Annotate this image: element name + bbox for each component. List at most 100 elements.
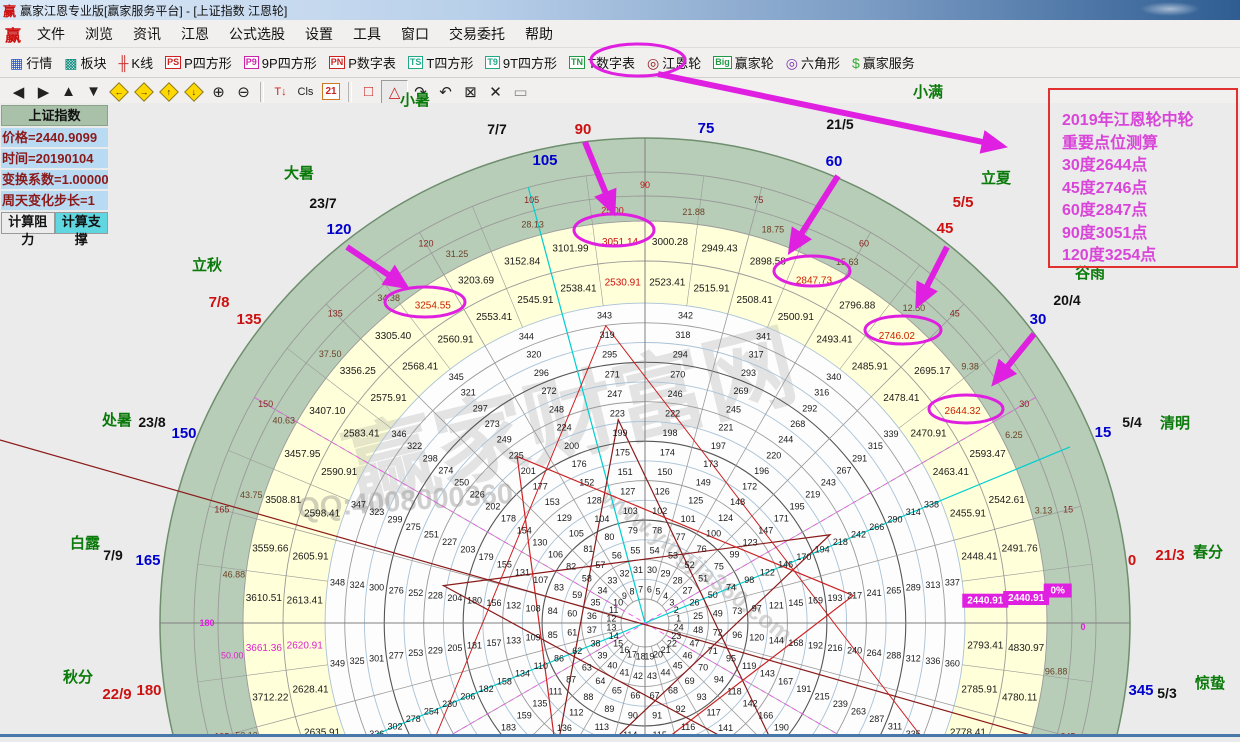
svg-text:263: 263 (851, 706, 866, 716)
toolbar-9p-square-button[interactable]: P99P四方形 (238, 51, 323, 74)
svg-text:228: 228 (428, 590, 443, 600)
svg-text:129: 129 (557, 513, 572, 523)
toolbar-quotes-button[interactable]: ▦行情 (4, 51, 58, 74)
svg-text:149: 149 (696, 477, 711, 487)
svg-text:243: 243 (821, 477, 836, 487)
tool-rotate-ccw-button[interactable]: ↶ (433, 81, 458, 103)
svg-text:2463.41: 2463.41 (933, 467, 970, 478)
svg-text:343: 343 (597, 311, 612, 321)
svg-text:37: 37 (587, 625, 597, 635)
toolbar-winner-service-button[interactable]: $赢家服务 (846, 51, 921, 74)
svg-text:180: 180 (199, 618, 214, 628)
menu-item-0[interactable]: 文件 (27, 21, 75, 47)
svg-text:57: 57 (595, 560, 605, 570)
svg-text:205: 205 (447, 643, 462, 653)
menu-item-8[interactable]: 交易委托 (439, 21, 515, 47)
svg-text:267: 267 (837, 465, 852, 475)
svg-text:3000.28: 3000.28 (652, 237, 689, 248)
toolbar-t-number-table-button[interactable]: TNT数字表 (563, 51, 641, 74)
svg-text:172: 172 (742, 482, 757, 492)
kline-label: K线 (131, 53, 153, 72)
svg-text:247: 247 (607, 389, 622, 399)
svg-text:229: 229 (428, 646, 443, 656)
svg-text:2: 2 (674, 605, 679, 615)
tool-center-point-button[interactable]: ✕ (483, 81, 508, 103)
svg-text:3305.40: 3305.40 (375, 331, 412, 342)
tool-select-box-button[interactable]: ⊠ (458, 81, 483, 103)
tool-rotate-cw-button[interactable]: ↷ (408, 81, 433, 103)
svg-text:128: 128 (587, 496, 602, 506)
calc-support-button[interactable]: 计算支撑 (55, 212, 109, 234)
toolbar-9t-square-button[interactable]: T99T四方形 (479, 51, 563, 74)
svg-text:293: 293 (741, 368, 756, 378)
tool-shift-down-button[interactable]: ↓ (181, 81, 206, 103)
svg-text:324: 324 (350, 580, 365, 590)
menu-item-1[interactable]: 浏览 (75, 21, 123, 47)
svg-text:40: 40 (607, 661, 617, 671)
app-logo-icon: 赢 (3, 1, 16, 20)
svg-text:180: 180 (467, 596, 482, 606)
svg-text:3.13: 3.13 (1035, 506, 1053, 516)
menu-item-9[interactable]: 帮助 (515, 21, 563, 47)
svg-text:72: 72 (713, 628, 723, 638)
menu-item-6[interactable]: 工具 (343, 21, 391, 47)
svg-text:178: 178 (501, 513, 516, 523)
svg-text:62: 62 (572, 646, 582, 656)
tool-shift-left-button[interactable]: ← (106, 81, 131, 103)
svg-text:299: 299 (387, 514, 402, 524)
menu-item-3[interactable]: 江恩 (171, 21, 219, 47)
tool-square-tool-button[interactable]: □ (356, 81, 381, 103)
calc-resistance-button[interactable]: 计算阻力 (1, 212, 55, 234)
main-toolbar: ▦行情▩板块╫K线PSP四方形P99P四方形PNP数字表TST四方形T99T四方… (0, 48, 1240, 78)
svg-text:27: 27 (683, 585, 693, 595)
menu-item-4[interactable]: 公式选股 (219, 21, 295, 47)
svg-text:143: 143 (760, 669, 775, 679)
tool-prev-button[interactable]: ◀ (6, 81, 31, 103)
svg-text:2538.41: 2538.41 (560, 284, 597, 295)
svg-text:58: 58 (582, 573, 592, 583)
menu-item-2[interactable]: 资讯 (123, 21, 171, 47)
svg-text:278: 278 (406, 714, 421, 724)
tool-zoom-in-button[interactable]: ⊕ (206, 81, 231, 103)
tool-price-axis-button[interactable]: T↓ (268, 81, 293, 103)
toolbar-sectors-button[interactable]: ▩板块 (58, 51, 112, 74)
svg-text:2575.91: 2575.91 (371, 393, 408, 404)
tool-cls-button[interactable]: Cls (293, 81, 318, 103)
svg-text:87: 87 (566, 675, 576, 685)
tool-calendar-button[interactable]: 21 (322, 83, 340, 100)
tool-zoom-out-button[interactable]: ⊖ (231, 81, 256, 103)
svg-text:28.13: 28.13 (521, 220, 544, 230)
tool-page-down-button[interactable]: ▼ (81, 81, 106, 103)
svg-text:2628.41: 2628.41 (292, 685, 329, 696)
tool-next-button[interactable]: ▶ (31, 81, 56, 103)
toolbar-p-number-table-button[interactable]: PNP数字表 (323, 51, 402, 74)
svg-text:127: 127 (620, 487, 635, 497)
toolbar-p-square-button[interactable]: PSP四方形 (159, 51, 238, 74)
tool-screen-button[interactable]: ▭ (508, 81, 533, 103)
toolbar-hexagon-button[interactable]: ◎六角形 (780, 51, 846, 74)
svg-text:95: 95 (726, 654, 736, 664)
svg-text:152: 152 (579, 477, 594, 487)
svg-text:60: 60 (859, 239, 869, 249)
svg-text:28: 28 (673, 575, 683, 585)
menu-item-7[interactable]: 窗口 (391, 21, 439, 47)
t-square-icon: TS (408, 56, 424, 69)
toolbar-gann-wheel-button[interactable]: ◎江恩轮 (641, 51, 707, 74)
svg-text:2560.91: 2560.91 (437, 334, 474, 345)
menu-item-5[interactable]: 设置 (295, 21, 343, 47)
svg-text:5: 5 (655, 587, 660, 597)
tool-shift-up-button[interactable]: ↑ (156, 81, 181, 103)
svg-text:154: 154 (517, 525, 532, 535)
toolbar-kline-button[interactable]: ╫K线 (113, 51, 160, 74)
tool-triangle-tool-button[interactable]: △ (381, 80, 408, 104)
svg-text:349: 349 (330, 658, 345, 668)
toolbar-t-square-button[interactable]: TST四方形 (402, 51, 479, 74)
t-number-table-label: T数字表 (588, 53, 635, 72)
svg-text:83: 83 (554, 582, 564, 592)
svg-text:182: 182 (479, 684, 494, 694)
toolbar-winner-wheel-button[interactable]: Big赢家轮 (707, 51, 780, 74)
tool-shift-right-button[interactable]: → (131, 81, 156, 103)
index-rows: 价格=2440.9099时间=20190104变换系数=1.00000周天变化步… (1, 128, 108, 210)
tool-page-up-button[interactable]: ▲ (56, 81, 81, 103)
svg-text:251: 251 (424, 530, 439, 540)
